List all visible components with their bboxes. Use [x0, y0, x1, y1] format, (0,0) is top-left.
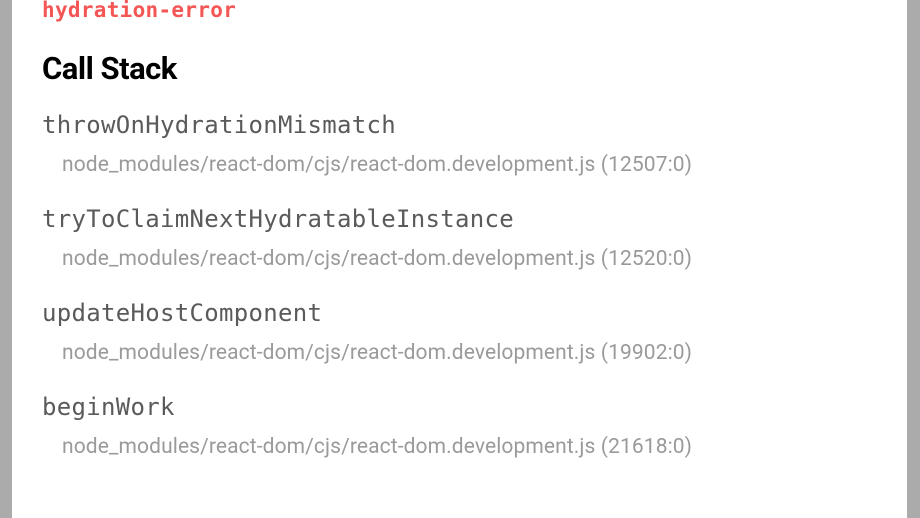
error-panel: hydration-error Call Stack throwOnHydrat… — [12, 0, 907, 518]
stack-frame: tryToClaimNextHydratableInstance node_mo… — [42, 205, 877, 271]
call-stack-heading: Call Stack — [42, 50, 877, 87]
function-name: throwOnHydrationMismatch — [42, 111, 877, 139]
function-name: updateHostComponent — [42, 299, 877, 327]
stack-frame: throwOnHydrationMismatch node_modules/re… — [42, 111, 877, 177]
stack-frame: beginWork node_modules/react-dom/cjs/rea… — [42, 393, 877, 459]
source-location[interactable]: node_modules/react-dom/cjs/react-dom.dev… — [42, 435, 877, 459]
function-name: beginWork — [42, 393, 877, 421]
source-location[interactable]: node_modules/react-dom/cjs/react-dom.dev… — [42, 247, 877, 271]
stack-frame: updateHostComponent node_modules/react-d… — [42, 299, 877, 365]
error-doc-link[interactable]: hydration-error — [42, 0, 877, 22]
source-location[interactable]: node_modules/react-dom/cjs/react-dom.dev… — [42, 341, 877, 365]
call-stack-list: throwOnHydrationMismatch node_modules/re… — [42, 111, 877, 459]
function-name: tryToClaimNextHydratableInstance — [42, 205, 877, 233]
source-location[interactable]: node_modules/react-dom/cjs/react-dom.dev… — [42, 153, 877, 177]
